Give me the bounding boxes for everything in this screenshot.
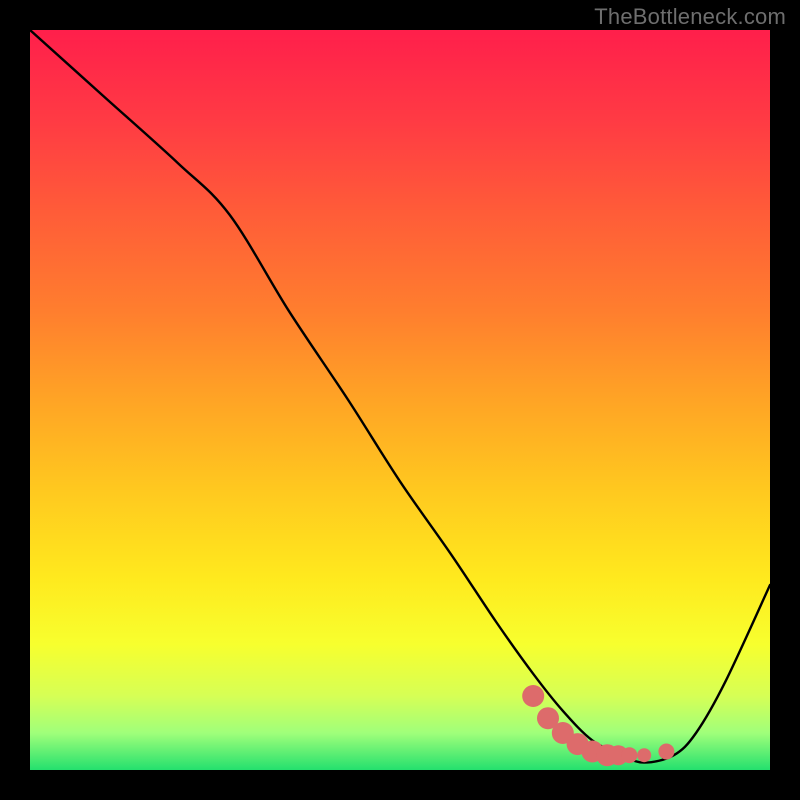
plot-area <box>30 30 770 770</box>
chart-frame: TheBottleneck.com <box>0 0 800 800</box>
highlight-dot <box>621 747 637 763</box>
highlight-dot <box>637 748 651 762</box>
plot-svg <box>30 30 770 770</box>
highlight-dot <box>522 685 544 707</box>
highlight-dot <box>658 744 674 760</box>
gradient-background <box>30 30 770 770</box>
watermark-text: TheBottleneck.com <box>594 4 786 30</box>
